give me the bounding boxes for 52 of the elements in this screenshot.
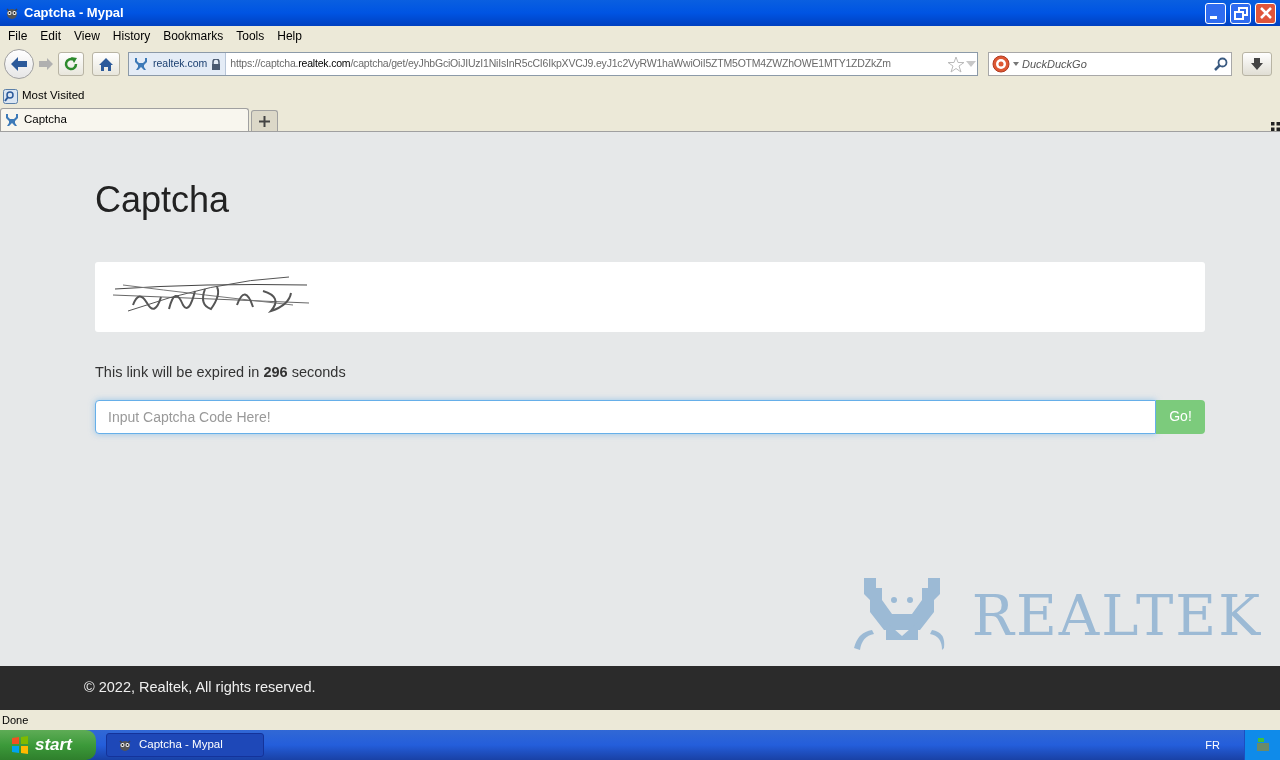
window-title: Captcha - Mypal [24, 4, 125, 23]
app-icon [4, 5, 20, 21]
page-heading: Captcha [95, 182, 231, 218]
bookmark-item[interactable]: Most Visited [3, 87, 85, 105]
language-indicator[interactable]: FR [1205, 736, 1220, 754]
reload-button[interactable] [58, 52, 84, 76]
menu-item[interactable]: Tools [231, 27, 270, 45]
folder-icon [3, 88, 18, 104]
site-identity-button[interactable]: realtek.com [129, 53, 227, 75]
menu-item[interactable]: History [107, 27, 156, 45]
windows-flag-icon [10, 735, 30, 755]
logo-text: REALTEK [971, 588, 1262, 644]
site-icon [4, 113, 20, 127]
search-input[interactable]: DuckDuckGo [1022, 55, 1211, 73]
search-field[interactable]: DuckDuckGo [988, 52, 1232, 76]
download-arrow-icon [1250, 57, 1264, 71]
dropdown-icon[interactable] [1013, 62, 1019, 66]
lock-icon [211, 58, 222, 70]
home-button[interactable] [92, 52, 120, 76]
restore-icon [1233, 6, 1248, 20]
restore-button[interactable] [1230, 2, 1251, 24]
menu-item[interactable]: Edit [35, 27, 67, 45]
reload-icon [63, 56, 79, 72]
taskbar-button[interactable]: Captcha - Mypal [106, 733, 264, 757]
menu-item[interactable]: Bookmarks [158, 27, 229, 45]
start-button[interactable]: start [0, 730, 96, 760]
menu-item[interactable]: View [69, 27, 105, 45]
status-text: Done [2, 712, 29, 728]
back-arrow-icon [10, 56, 28, 72]
plus-icon [259, 115, 270, 127]
captcha-input[interactable]: Input Captcha Code Here! [95, 399, 1156, 434]
close-icon [1259, 7, 1272, 19]
tab[interactable]: Captcha [0, 108, 249, 131]
home-icon [98, 56, 114, 72]
menu-item[interactable]: Help [272, 27, 307, 45]
minimize-button[interactable] [1205, 2, 1226, 24]
footer-text: © 2022, Realtek, All rights reserved. [84, 678, 316, 698]
site-icon [133, 57, 149, 71]
bookmark-star-icon[interactable] [947, 55, 965, 73]
address-bar[interactable]: realtek.com https://captcha.realtek.com/captcha/get/eyJhbGciOiJIUzI1NiIsInR5cCI6IkpXVCJ9.eyJ1c2VyRW1haWwiOiI5ZTM5OTM4ZWZhOWE1MTY1ZDZkZm [128, 52, 978, 76]
url-text: https://captcha.realtek.com/captcha/get/eyJhbGciOiJIUzI1NiIsInR5cCI6IkpXVCJ9.eyJ1c2VyRW1haWwiOiI5ZTM5OTM4ZWZhOWE1MTY1ZDZkZm [229, 56, 892, 72]
minimize-icon [1210, 15, 1217, 19]
app-icon [117, 737, 133, 753]
back-button[interactable] [4, 49, 34, 79]
search-icon[interactable] [1214, 57, 1228, 71]
close-button[interactable] [1255, 2, 1276, 24]
expiry-message: This link will be expired in 296 seconds [95, 363, 347, 382]
search-engine-icon[interactable] [992, 55, 1010, 73]
download-button[interactable] [1242, 52, 1272, 76]
new-tab-button[interactable] [251, 110, 278, 131]
tab-list-icon[interactable] [1271, 122, 1280, 131]
menu-item[interactable]: File [3, 27, 33, 45]
